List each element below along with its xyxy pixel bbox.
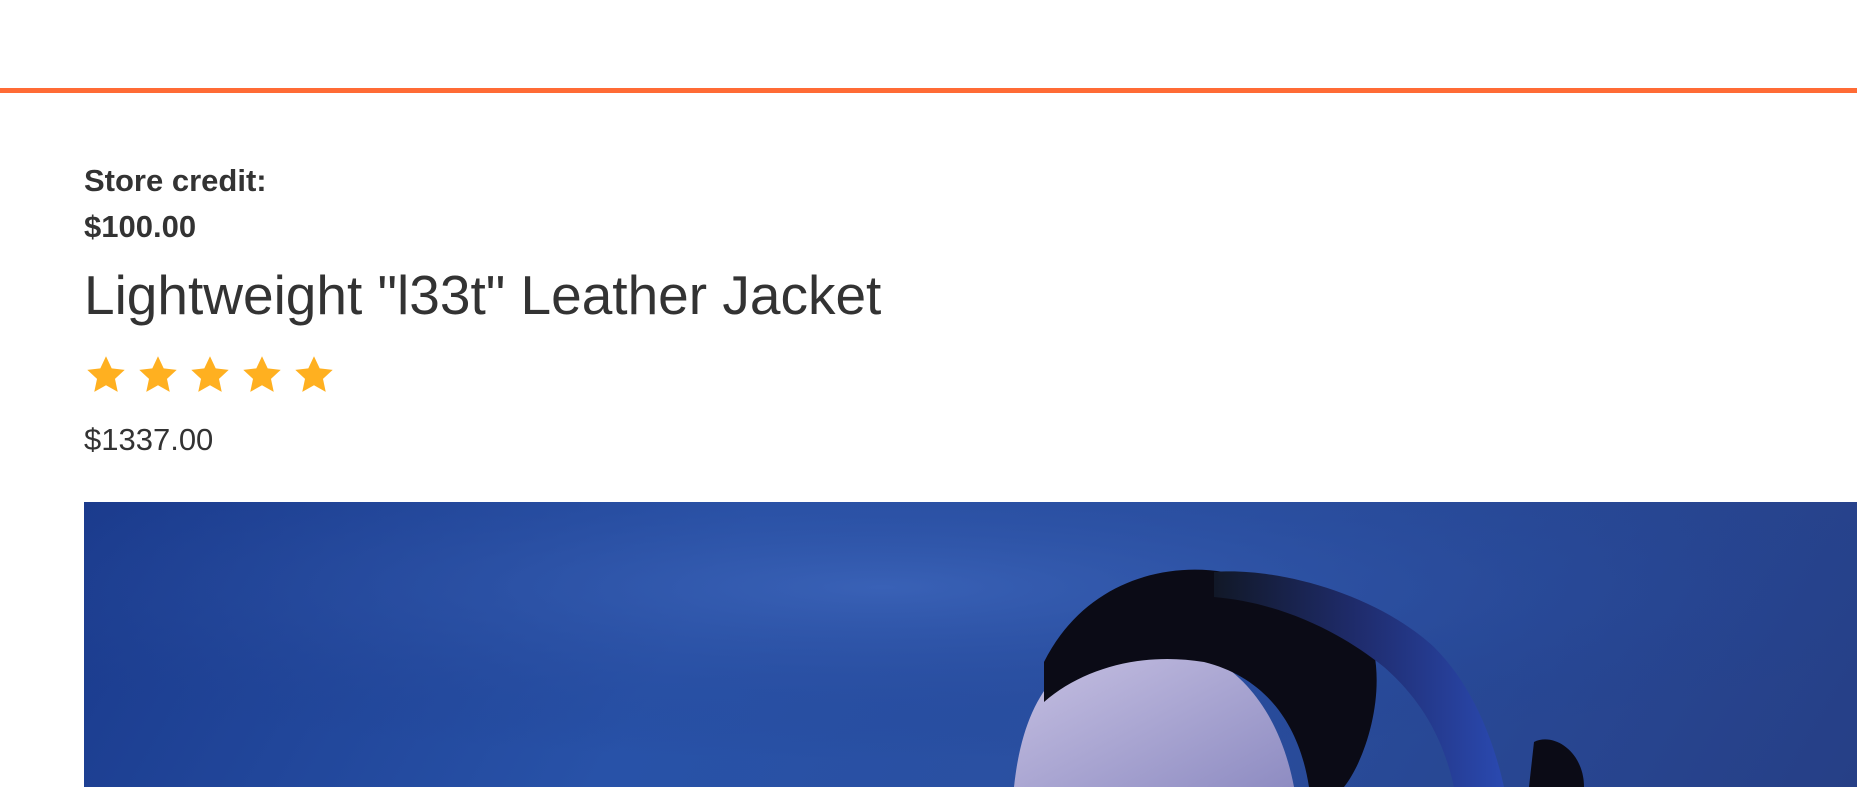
product-photo-illustration [84, 502, 1857, 787]
product-title: Lightweight "l33t" Leather Jacket [84, 264, 882, 326]
star-icon [295, 356, 333, 392]
star-icon [87, 356, 125, 392]
star-icon [191, 356, 229, 392]
store-credit-label: Store credit: [84, 163, 267, 198]
header-divider [0, 88, 1857, 93]
product-photo [84, 502, 1857, 787]
store-credit-value: $100.00 [84, 209, 197, 244]
star-icon [243, 356, 281, 392]
star-icon [139, 356, 177, 392]
site-header [0, 0, 1857, 88]
product-rating [84, 353, 336, 399]
store-credit: Store credit: $100.00 [84, 158, 267, 250]
product-price: $1337.00 [84, 422, 214, 457]
